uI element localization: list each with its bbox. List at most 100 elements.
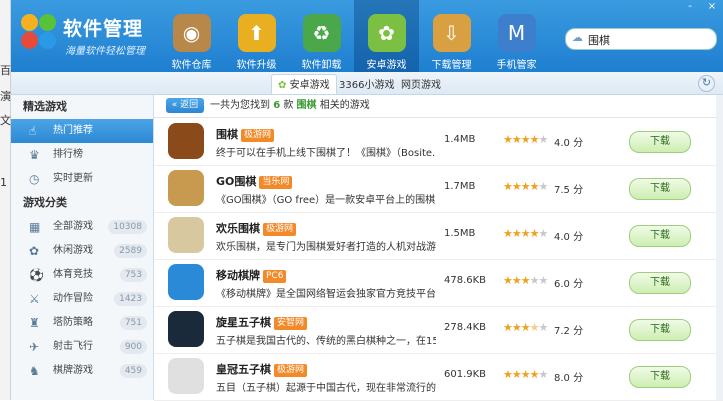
- star-rating: ★★★★★: [503, 321, 549, 334]
- back-button[interactable]: « 返回: [166, 98, 204, 113]
- star-icon: ★: [503, 180, 513, 193]
- rating-score: 6.0 分: [554, 279, 584, 290]
- nav-item-3[interactable]: ✿ 安卓游戏: [354, 0, 419, 72]
- download-button[interactable]: 下载: [629, 178, 691, 200]
- sidebar-item-category[interactable]: ⚔ 动作冒险 1423: [11, 287, 153, 311]
- game-name[interactable]: 旋星五子棋 安智网: [216, 314, 308, 330]
- game-name-text: 皇冠五子棋: [216, 363, 271, 376]
- nav-item-5[interactable]: M 手机管家: [484, 0, 549, 72]
- shield-icon: M: [497, 14, 536, 52]
- sidebar-item-category[interactable]: ▦ 全部游戏 10308: [11, 215, 153, 239]
- minimize-button[interactable]: -: [679, 0, 701, 14]
- source-tag-badge: 安智网: [274, 317, 308, 330]
- category-count-badge: 751: [119, 316, 147, 330]
- go-stone-icon[interactable]: [168, 123, 204, 159]
- back-label: 返回: [180, 100, 199, 110]
- game-name-text: 移动棋牌: [216, 269, 260, 282]
- star-rating: ★★★★★: [503, 133, 548, 146]
- star-icon: ★: [529, 180, 540, 193]
- star-icon: ★: [538, 368, 549, 381]
- window-controls: - ×: [679, 0, 723, 14]
- sidebar: 精选游戏 ☝ 热门推荐 ♛ 排行榜 ◷ 实时更新 游戏分类 ▦ 全部游戏 10308 ✿ 休闲游戏…: [11, 95, 154, 400]
- refresh-icon[interactable]: ↻: [698, 75, 715, 92]
- result-prefix: 一共为您找到: [210, 100, 270, 111]
- sidebar-item-category[interactable]: ✿ 休闲游戏 2589: [11, 239, 153, 263]
- download-button[interactable]: 下载: [629, 131, 691, 153]
- source-tag-badge: PC6: [263, 270, 287, 283]
- category-count-badge: 459: [119, 364, 147, 378]
- download-button[interactable]: 下载: [629, 272, 691, 294]
- star-icon: ★: [503, 321, 513, 334]
- trophy-icon: ♛: [29, 148, 40, 162]
- star-icon: ★: [520, 368, 531, 381]
- upgrade-icon: ⬆: [237, 14, 276, 52]
- download-button[interactable]: 下载: [629, 319, 691, 341]
- sidebar-item-label: 热门推荐: [53, 125, 93, 136]
- result-count: 6: [273, 100, 281, 111]
- go-pieces-icon[interactable]: [168, 217, 204, 253]
- grid-icon: ▦: [29, 220, 41, 234]
- source-tag-badge: 极游网: [274, 364, 308, 377]
- sidebar-item-label: 塔防策略: [53, 317, 93, 328]
- star-icon: ★: [538, 321, 549, 334]
- nav-item-0[interactable]: ◉ 软件仓库: [159, 0, 224, 72]
- download-box-icon: ⇩: [432, 14, 471, 52]
- game-name[interactable]: 移动棋牌 PC6: [216, 267, 287, 283]
- cards-icon[interactable]: [168, 264, 204, 300]
- star-icon: ★: [511, 133, 522, 146]
- search-input[interactable]: ☁ 围棋: [565, 28, 717, 50]
- game-name[interactable]: 围棋 极游网: [216, 126, 275, 142]
- star-icon: ★: [503, 227, 513, 240]
- nav-item-1[interactable]: ⬆ 软件升级: [224, 0, 289, 72]
- sidebar-item-category[interactable]: ✈ 射击飞行 900: [11, 335, 153, 359]
- download-button[interactable]: 下载: [629, 225, 691, 247]
- game-description: 终于可以在手机上线下围棋了！《围棋》（Bosite...: [216, 148, 436, 159]
- runner-icon: ⚔: [29, 292, 40, 306]
- nav-item-2[interactable]: ♻ 软件卸载: [289, 0, 354, 72]
- sidebar-item-category[interactable]: ⚽ 体育竞技 753: [11, 263, 153, 287]
- sidebar-item-category[interactable]: ♜ 塔防策略 751: [11, 311, 153, 335]
- nav-label: 安卓游戏: [366, 60, 407, 71]
- result-mid: 款: [283, 100, 294, 111]
- game-name[interactable]: GO围棋 当乐网: [216, 173, 293, 189]
- star-rating: ★★★★★: [503, 368, 549, 381]
- game-size: 278.4KB: [444, 322, 487, 333]
- sidebar-item-label: 体育竞技: [53, 269, 93, 280]
- star-icon: ★: [529, 321, 540, 334]
- sidebar-item-featured[interactable]: ◷ 实时更新: [11, 167, 153, 191]
- go-board-icon[interactable]: [168, 170, 204, 206]
- game-description: 五子棋是我国古代的、传统的黑白棋种之一，在15X...: [216, 336, 436, 347]
- nav-item-4[interactable]: ⇩ 下载管理: [419, 0, 484, 72]
- chess-icon: ♞: [29, 364, 40, 378]
- close-button[interactable]: ×: [701, 0, 723, 14]
- rating-score: 7.2 分: [554, 326, 584, 337]
- sidebar-item-category[interactable]: ♞ 棋牌游戏 459: [11, 359, 153, 383]
- edge-glyph: 百: [0, 64, 11, 77]
- spiral-icon[interactable]: [168, 311, 204, 347]
- tab-android-games[interactable]: ✿ 安卓游戏: [271, 74, 337, 94]
- star-icon: ★: [511, 180, 522, 193]
- star-icon: ★: [520, 274, 531, 287]
- download-button[interactable]: 下载: [629, 366, 691, 388]
- tab-web-games[interactable]: 网页游戏: [401, 76, 441, 91]
- rating-score: 4.0 分: [554, 232, 584, 243]
- star-icon: ★: [520, 321, 531, 334]
- scrollbar[interactable]: [716, 95, 723, 400]
- game-row: 欢乐围棋 极游网 欢乐围棋，是专门为围棋爱好者打造的人机对战游戏... 1.5MB ★★…: [154, 212, 723, 260]
- main-nav: ◉ 软件仓库 ⬆ 软件升级 ♻ 软件卸载 ✿ 安卓游戏 ⇩ 下载管理 M 手机管家: [159, 0, 549, 72]
- rating-score: 7.5 分: [554, 185, 584, 196]
- category-count-badge: 10308: [108, 220, 147, 234]
- sidebar-item-featured[interactable]: ♛ 排行榜: [11, 143, 153, 167]
- tab-3366-games[interactable]: 3366小游戏: [339, 76, 394, 91]
- game-name-text: GO围棋: [216, 175, 257, 188]
- tab-label: 安卓游戏: [289, 80, 330, 91]
- nav-label: 手机管家: [496, 60, 537, 71]
- sidebar-item-featured[interactable]: ☝ 热门推荐: [11, 119, 153, 143]
- star-icon: ★: [511, 368, 522, 381]
- gomoku-icon[interactable]: [168, 358, 204, 394]
- game-name[interactable]: 皇冠五子棋 极游网: [216, 361, 308, 377]
- nav-label: 下载管理: [431, 60, 472, 71]
- rating-score: 8.0 分: [554, 373, 584, 384]
- game-name[interactable]: 欢乐围棋 极游网: [216, 220, 297, 236]
- star-icon: ★: [538, 227, 549, 240]
